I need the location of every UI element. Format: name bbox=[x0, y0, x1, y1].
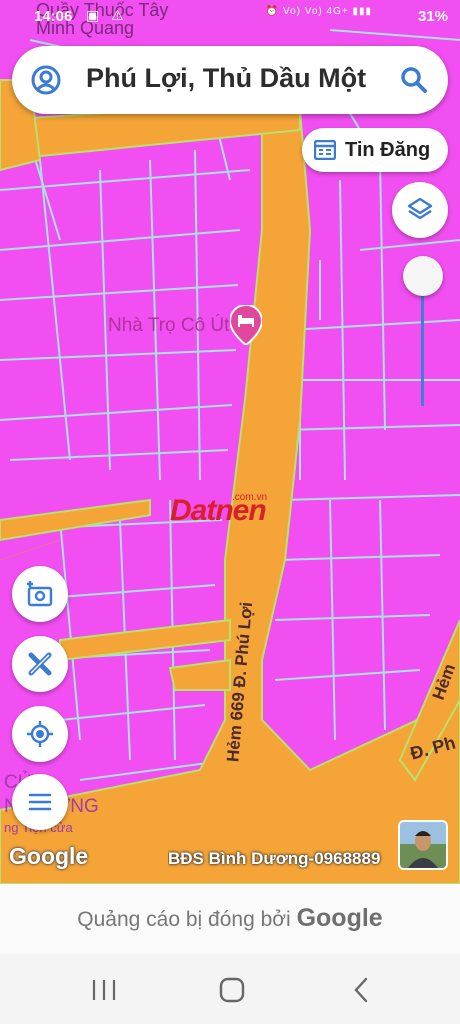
listing-icon bbox=[314, 140, 336, 160]
contact-avatar[interactable] bbox=[398, 820, 448, 870]
layers-icon bbox=[407, 197, 433, 220]
ruler-pencil-icon bbox=[28, 652, 52, 676]
search-icon[interactable] bbox=[400, 66, 428, 94]
add-photo-button[interactable] bbox=[12, 566, 68, 622]
ad-banner: Quảng cáo bị đóng bởi Google bbox=[0, 884, 460, 954]
account-icon[interactable] bbox=[30, 64, 62, 96]
watermark-domain: .com.vn bbox=[232, 492, 268, 503]
status-bar: 14:06 ▣ ⚠ ⏰ Vo) Vo) 4G+ ▮▮▮ 31% bbox=[0, 0, 460, 34]
ad-brand: Google bbox=[296, 904, 383, 932]
menu-button[interactable] bbox=[12, 774, 68, 830]
gps-target-icon bbox=[27, 721, 53, 747]
search-location-title[interactable]: Phú Lợi, Thủ Dầu Một bbox=[86, 63, 366, 94]
status-time: 14:06 bbox=[34, 8, 73, 25]
add-photo-icon bbox=[27, 581, 53, 607]
recent-apps-icon[interactable] bbox=[84, 974, 124, 1006]
hotel-marker-icon[interactable] bbox=[228, 303, 264, 347]
google-attribution: Google bbox=[9, 843, 89, 869]
post-listing-label: Tin Đăng bbox=[345, 139, 431, 161]
map-credit-text: BĐS Bình Dương-0968889 bbox=[168, 849, 381, 868]
network-signal-icon: ⏰ Vo) Vo) 4G+ ▮▮▮ bbox=[265, 6, 372, 17]
avatar-photo bbox=[400, 822, 446, 868]
datnen-watermark: Datnen .com.vn bbox=[170, 492, 268, 528]
measure-tool-button[interactable] bbox=[12, 636, 68, 692]
back-icon[interactable] bbox=[342, 974, 382, 1006]
system-nav-bar bbox=[0, 954, 460, 1024]
poi-label[interactable]: Nhà Trọ Cô Út bbox=[108, 315, 229, 337]
ad-text: Quảng cáo bị đóng bởi bbox=[77, 908, 291, 931]
layers-button[interactable] bbox=[392, 182, 448, 238]
battery-level: 31% bbox=[417, 8, 448, 25]
post-listing-button[interactable]: Tin Đăng bbox=[302, 128, 448, 172]
my-location-button[interactable] bbox=[12, 706, 68, 762]
status-notification-icons: ▣ ⚠ bbox=[86, 7, 128, 23]
opacity-slider-handle[interactable] bbox=[403, 256, 443, 296]
search-bar[interactable]: Phú Lợi, Thủ Dầu Một bbox=[12, 46, 448, 114]
hamburger-menu-icon bbox=[28, 793, 52, 811]
home-icon[interactable] bbox=[212, 974, 252, 1006]
